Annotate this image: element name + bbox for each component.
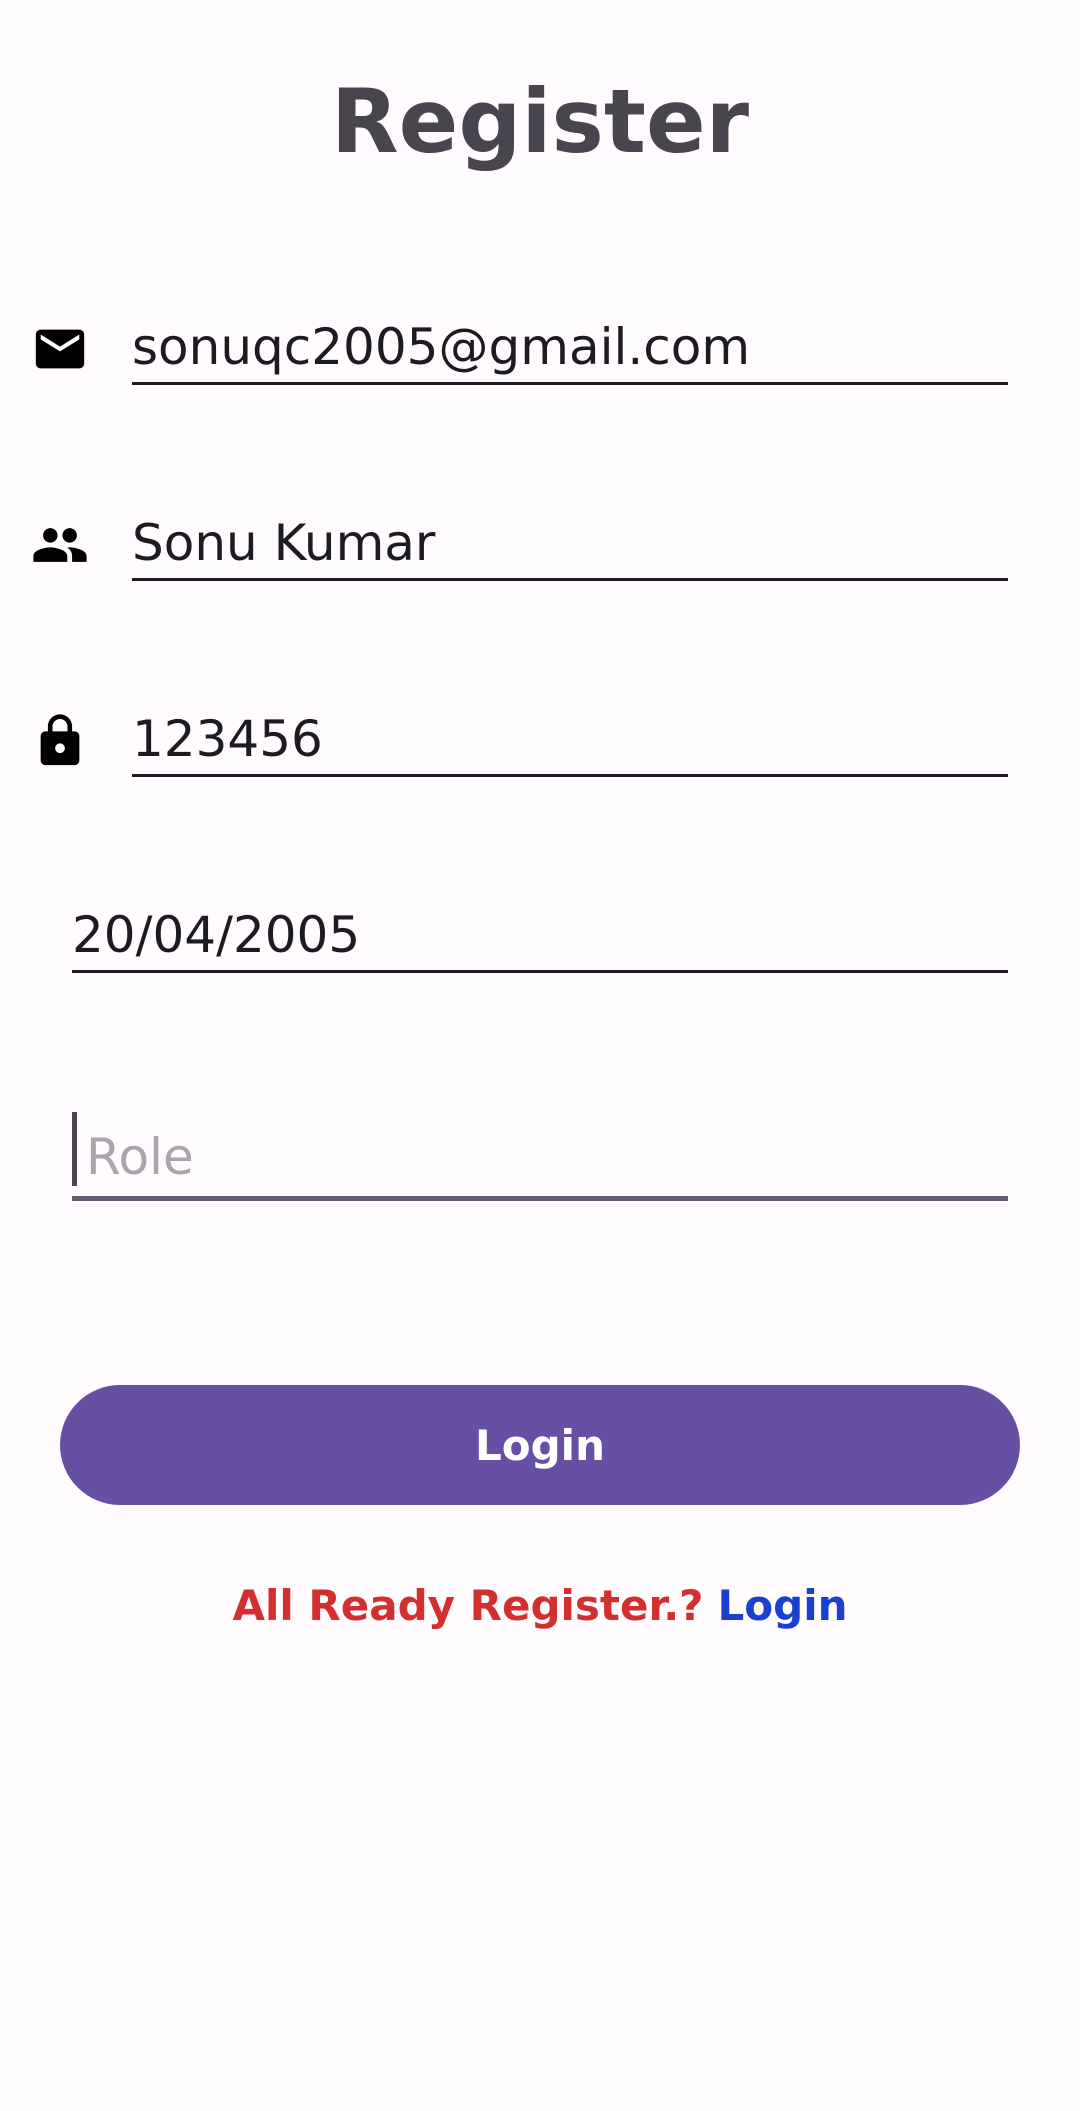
login-button-label: Login [475, 1420, 605, 1470]
people-icon [31, 516, 89, 574]
login-link[interactable]: Login [718, 1581, 848, 1630]
name-value: Sonu Kumar [132, 514, 436, 572]
footer-prompt: All Ready Register.? Login [0, 1585, 1080, 1627]
password-field[interactable]: 123456 [132, 692, 1008, 777]
email-value: sonuqc2005@gmail.com [132, 318, 751, 376]
email-field[interactable]: sonuqc2005@gmail.com [132, 300, 1008, 385]
password-value: 123456 [132, 710, 323, 768]
role-placeholder: Role [86, 1128, 194, 1186]
already-registered-text: All Ready Register.? [232, 1581, 704, 1630]
dob-value: 20/04/2005 [72, 906, 361, 964]
page-title: Register [330, 70, 750, 173]
email-icon [31, 320, 89, 378]
name-field[interactable]: Sonu Kumar [132, 496, 1008, 581]
dob-field[interactable]: 20/04/2005 [72, 888, 1008, 973]
text-cursor [72, 1112, 77, 1186]
login-button[interactable]: Login [60, 1385, 1020, 1505]
role-field[interactable]: Role [72, 1112, 1008, 1201]
lock-icon [31, 712, 89, 770]
